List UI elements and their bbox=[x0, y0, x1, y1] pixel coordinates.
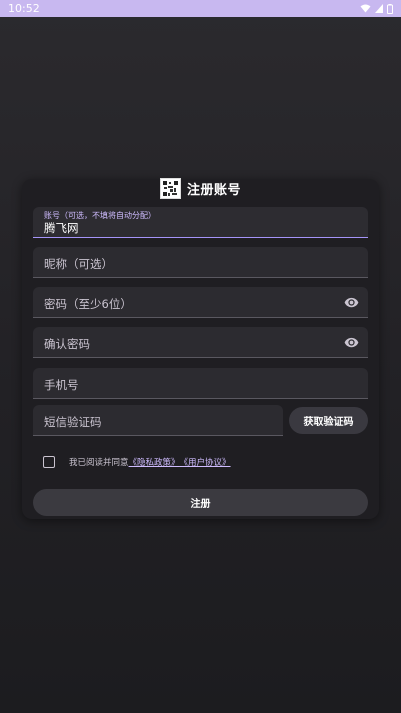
wifi-icon bbox=[360, 4, 371, 13]
confirm-password-input[interactable]: 确认密码 bbox=[33, 327, 368, 358]
status-time: 10:52 bbox=[8, 2, 40, 15]
phone-placeholder: 手机号 bbox=[44, 378, 79, 392]
confirm-password-placeholder: 确认密码 bbox=[44, 337, 90, 351]
battery-icon bbox=[387, 3, 393, 14]
eye-icon[interactable] bbox=[344, 335, 359, 350]
agreement-row: 我已阅读并同意 《隐私政策》 《用户协议》 bbox=[43, 455, 231, 469]
agreement-text: 我已阅读并同意 bbox=[69, 458, 129, 468]
status-bar: 10:52 bbox=[0, 0, 401, 17]
qr-logo-icon bbox=[162, 180, 178, 196]
register-button[interactable]: 注册 bbox=[33, 489, 368, 516]
signal-icon bbox=[375, 4, 383, 13]
privacy-policy-link[interactable]: 《隐私政策》 bbox=[129, 456, 180, 468]
eye-icon[interactable] bbox=[344, 295, 359, 310]
account-input[interactable]: 账号（可选，不填将自动分配） 腾飞网 bbox=[33, 207, 368, 238]
password-placeholder: 密码（至少6位） bbox=[44, 297, 132, 311]
user-agreement-link[interactable]: 《用户协议》 bbox=[180, 456, 231, 468]
register-card: 注册账号 账号（可选，不填将自动分配） 腾飞网 昵称（可选） 密码（至少6位） … bbox=[22, 177, 379, 519]
app-logo bbox=[159, 177, 181, 199]
get-code-button[interactable]: 获取验证码 bbox=[289, 407, 368, 434]
page-title: 注册账号 bbox=[186, 182, 241, 198]
nickname-input[interactable]: 昵称（可选） bbox=[33, 247, 368, 278]
phone-input[interactable]: 手机号 bbox=[33, 368, 368, 399]
agree-checkbox[interactable] bbox=[43, 456, 55, 468]
status-icons bbox=[360, 3, 393, 14]
sms-code-input[interactable]: 短信验证码 bbox=[33, 405, 283, 436]
sms-code-placeholder: 短信验证码 bbox=[44, 415, 102, 429]
account-value: 腾飞网 bbox=[44, 221, 79, 235]
nickname-placeholder: 昵称（可选） bbox=[44, 257, 113, 271]
password-input[interactable]: 密码（至少6位） bbox=[33, 287, 368, 318]
title-row: 注册账号 bbox=[22, 177, 379, 199]
